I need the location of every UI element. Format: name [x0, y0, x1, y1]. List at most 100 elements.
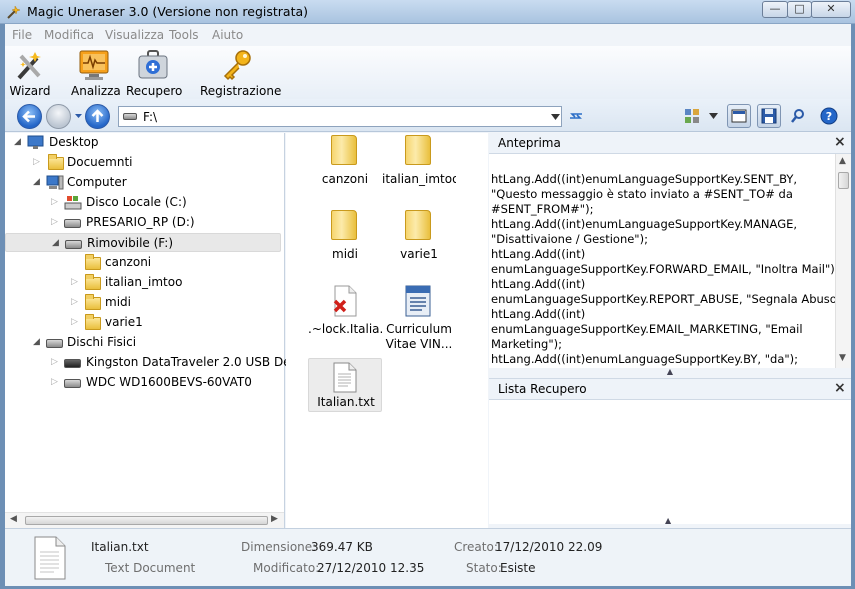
detail-filename: Italian.txt	[91, 540, 149, 554]
menu-aiuto[interactable]: Aiuto	[212, 28, 243, 42]
expanded-arrow-icon[interactable]: ◢	[14, 133, 21, 152]
tree-item-physical-disks[interactable]: ◢ Dischi Fisici	[5, 333, 285, 352]
file-item-lock[interactable]: .~lock.Italia...	[308, 285, 382, 355]
view-mode-icon[interactable]	[684, 108, 700, 124]
menu-modifica[interactable]: Modifica	[44, 28, 94, 42]
expanded-arrow-icon[interactable]: ◢	[33, 333, 40, 352]
analizza-button[interactable]: Analizza	[71, 46, 121, 99]
scroll-left-icon[interactable]: ◀	[10, 514, 17, 524]
folder-icon	[85, 274, 101, 290]
preview-line: Marketing");	[491, 337, 562, 351]
collapsed-arrow-icon[interactable]: ▷	[51, 213, 58, 232]
deleted-file-icon	[333, 285, 357, 317]
collapsed-arrow-icon[interactable]: ▷	[51, 193, 58, 212]
tree-item-disk-c[interactable]: ▷ Disco Locale (C:)	[5, 193, 285, 212]
tree-item-varie1[interactable]: ▷ varie1	[5, 313, 285, 332]
scroll-thumb[interactable]	[25, 516, 268, 525]
detail-created-label: Creato:	[454, 540, 498, 554]
menu-tools[interactable]: Tools	[169, 28, 199, 42]
up-button[interactable]	[85, 104, 110, 129]
collapsed-arrow-icon[interactable]: ▷	[33, 153, 40, 172]
folder-icon	[85, 314, 101, 330]
details-panel: Italian.txt Text Document Dimensione: 36…	[5, 528, 851, 586]
detail-state-label: Stato:	[466, 561, 502, 575]
preview-line: "Disattivaione / Gestione");	[491, 232, 648, 246]
scroll-thumb[interactable]	[838, 172, 849, 189]
tree-item-disk-f[interactable]: ◢ Rimovibile (F:)	[5, 233, 281, 252]
maximize-button[interactable]: □	[787, 1, 812, 18]
collapsed-arrow-icon[interactable]: ▷	[51, 373, 58, 392]
detail-modified-value: 27/12/2010 12.35	[317, 561, 425, 575]
removable-drive-icon	[65, 240, 82, 249]
back-button[interactable]	[17, 104, 42, 129]
search-icon[interactable]	[790, 108, 806, 124]
scroll-up-icon[interactable]: ▲	[839, 156, 846, 166]
forward-button[interactable]	[46, 104, 71, 129]
tree-item-kingston[interactable]: ▷ Kingston DataTraveler 2.0 USB Device	[5, 353, 315, 372]
recupero-label: Recupero	[126, 84, 183, 98]
collapsed-arrow-icon[interactable]: ▷	[71, 273, 78, 292]
collapsed-arrow-icon[interactable]: ▷	[71, 313, 78, 332]
file-item-curriculum[interactable]: Curriculum Vitae VIN...	[382, 285, 456, 355]
file-item-midi[interactable]: midi	[308, 210, 382, 266]
preview-content[interactable]: htLang.Add((int)enumLanguageSupportKey.S…	[489, 154, 851, 368]
close-preview-icon[interactable]: ×	[834, 134, 846, 150]
menu-file[interactable]: File	[12, 28, 32, 42]
recovery-splitter-icon[interactable]: ▲	[665, 516, 671, 525]
file-item-italian-imtoo[interactable]: italian_imtoo	[382, 135, 456, 191]
close-window-button[interactable]: ✕	[811, 1, 851, 18]
recupero-button[interactable]: Recupero	[126, 46, 183, 99]
collapsed-arrow-icon[interactable]: ▷	[51, 353, 58, 372]
tree-label: canzoni	[105, 255, 152, 269]
file-item-varie1[interactable]: varie1	[382, 210, 456, 266]
registrazione-button[interactable]: Registrazione	[200, 46, 281, 99]
tree-item-wdc[interactable]: ▷ WDC WD1600BEVS-60VAT0	[5, 373, 285, 392]
file-label: midi	[332, 247, 358, 261]
tree-item-desktop[interactable]: ◢ Desktop	[5, 133, 285, 152]
preview-vscrollbar[interactable]: ▲ ▼	[835, 154, 851, 368]
tree-item-disk-d[interactable]: ▷ PRESARIO_RP (D:)	[5, 213, 285, 232]
preview-pane-toggle[interactable]	[727, 104, 751, 128]
file-view[interactable]: canzoni italian_imtoo midi varie1 .~lock…	[286, 133, 488, 528]
address-field[interactable]: F:\	[118, 106, 562, 127]
tree-label: midi	[105, 295, 131, 309]
recovery-list[interactable]: ▲	[489, 400, 851, 525]
preview-line: enumLanguageSupportKey.FORWARD_EMAIL, "I…	[491, 262, 839, 276]
history-dropdown-icon[interactable]	[74, 111, 83, 120]
address-dropdown-icon[interactable]	[551, 114, 560, 120]
tree-item-midi[interactable]: ▷ midi	[5, 293, 285, 312]
minimize-button[interactable]: —	[762, 1, 788, 18]
scroll-down-icon[interactable]: ▼	[839, 353, 846, 363]
help-icon[interactable]: ?	[820, 107, 838, 125]
tree-item-italian-imtoo[interactable]: ▷ italian_imtoo	[5, 273, 285, 292]
folder-icon	[48, 154, 64, 170]
wizard-button[interactable]: Wizard	[7, 46, 53, 99]
preview-line: #SENT_FROM#");	[491, 202, 594, 216]
close-recovery-icon[interactable]: ×	[834, 380, 846, 396]
tree-item-documents[interactable]: ▷ Docuemnti	[5, 153, 285, 172]
tree-hscrollbar[interactable]: ◀ ▶	[5, 512, 284, 528]
folder-tree[interactable]: ◢ Desktop ▷ Docuemnti ◢ Computer ▷ Disco…	[5, 133, 315, 528]
detail-size-value: 369.47 KB	[311, 540, 373, 554]
file-item-canzoni[interactable]: canzoni	[308, 135, 382, 191]
expanded-arrow-icon[interactable]: ◢	[52, 234, 59, 253]
usb-drive-icon	[64, 359, 81, 368]
collapsed-arrow-icon[interactable]: ▷	[71, 293, 78, 312]
expanded-arrow-icon[interactable]: ◢	[33, 173, 40, 192]
tree-item-computer[interactable]: ◢ Computer	[5, 173, 285, 192]
scroll-right-icon[interactable]: ▶	[271, 514, 278, 524]
detail-created-value: 17/12/2010 22.09	[495, 540, 603, 554]
file-label-line2: Vitae VIN...	[385, 337, 453, 351]
tree-item-canzoni[interactable]: canzoni	[5, 253, 285, 272]
view-dropdown-icon[interactable]	[709, 113, 718, 119]
toolbar: Wizard Analizza Recupero Registrazione	[5, 46, 851, 99]
save-button[interactable]	[757, 104, 781, 128]
preview-line: "Questo messaggio è stato inviato a #SEN…	[491, 187, 793, 201]
file-item-italian-txt[interactable]: Italian.txt	[308, 358, 382, 412]
tree-label: italian_imtoo	[105, 275, 183, 289]
menu-visualizza[interactable]: Visualizza	[105, 28, 164, 42]
detail-size-label: Dimensione:	[241, 540, 317, 554]
refresh-icon[interactable]	[568, 108, 584, 124]
preview-line: htLang.Add((int)	[491, 247, 586, 261]
preview-splitter[interactable]: ▲	[489, 368, 851, 378]
